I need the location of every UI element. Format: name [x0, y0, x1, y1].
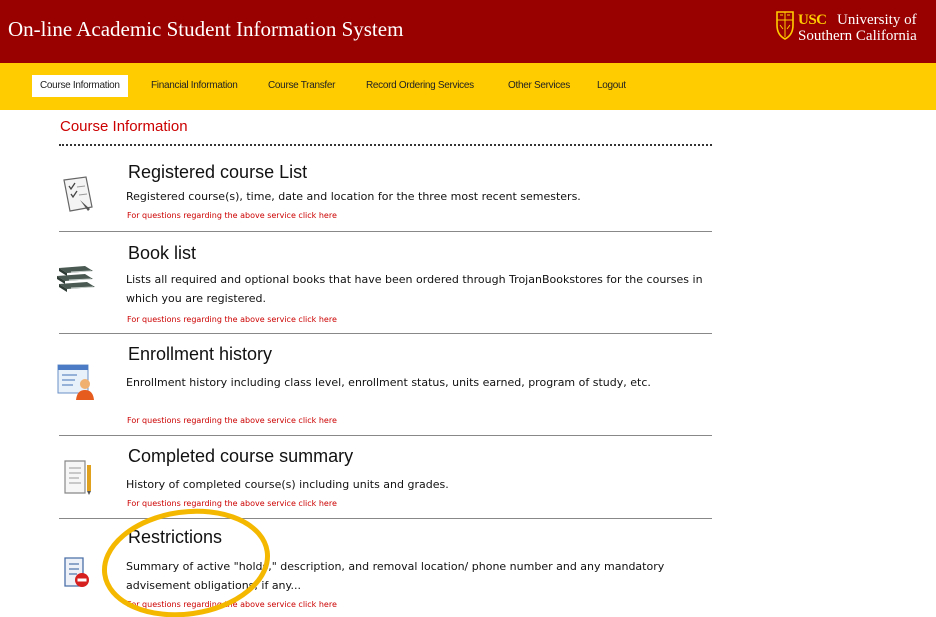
- item-divider: [59, 518, 712, 519]
- nav-record-ordering-services[interactable]: Record Ordering Services: [366, 75, 474, 97]
- item-title-enrollment-history[interactable]: Enrollment history: [128, 344, 272, 365]
- logo-university-text: University of: [837, 12, 917, 28]
- item-divider: [59, 231, 712, 232]
- item-divider: [59, 435, 712, 436]
- item-title-registered-course-list[interactable]: Registered course List: [128, 162, 307, 183]
- item-divider: [59, 333, 712, 334]
- item-desc-book-list: Lists all required and optional books th…: [126, 273, 703, 305]
- main-nav: Course Information Financial Information…: [0, 63, 936, 110]
- student-record-icon: [57, 364, 94, 400]
- books-icon: [57, 266, 95, 292]
- item-title-book-list[interactable]: Book list: [128, 243, 196, 264]
- item-desc-restrictions: Summary of active "holds," description, …: [126, 560, 665, 592]
- item-desc-enrollment-history: Enrollment history including class level…: [126, 376, 651, 389]
- restriction-icon: [64, 557, 89, 587]
- nav-course-transfer[interactable]: Course Transfer: [268, 75, 336, 97]
- help-link-book-list[interactable]: For questions regarding the above servic…: [127, 315, 337, 324]
- logo-usc-text: USC: [798, 12, 827, 28]
- item-title-completed-course-summary[interactable]: Completed course summary: [128, 446, 353, 467]
- nav-logout[interactable]: Logout: [597, 75, 626, 97]
- nav-financial-information[interactable]: Financial Information: [151, 75, 238, 97]
- nav-other-services[interactable]: Other Services: [508, 75, 570, 97]
- help-link-enrollment-history[interactable]: For questions regarding the above servic…: [127, 416, 337, 425]
- nav-course-information[interactable]: Course Information: [32, 75, 128, 97]
- item-title-restrictions[interactable]: Restrictions: [128, 527, 222, 548]
- heading-divider: [59, 144, 712, 146]
- usc-seal-icon: [776, 11, 794, 40]
- help-link-completed-course-summary[interactable]: For questions regarding the above servic…: [127, 499, 337, 508]
- item-desc-registered-course-list: Registered course(s), time, date and loc…: [126, 190, 581, 203]
- app-title: On-line Academic Student Information Sys…: [8, 17, 404, 41]
- help-link-restrictions[interactable]: For questions regarding the above servic…: [127, 600, 337, 609]
- checklist-icon: [63, 176, 93, 212]
- header-bar: On-line Academic Student Information Sys…: [0, 0, 936, 63]
- help-link-registered-course-list[interactable]: For questions regarding the above servic…: [127, 211, 337, 220]
- usc-logo[interactable]: USC University of Southern California: [775, 9, 936, 45]
- item-desc-completed-course-summary: History of completed course(s) including…: [126, 478, 449, 491]
- report-icon: [64, 460, 91, 495]
- section-heading: Course Information: [60, 118, 188, 135]
- logo-southern-california-text: Southern California: [798, 28, 917, 44]
